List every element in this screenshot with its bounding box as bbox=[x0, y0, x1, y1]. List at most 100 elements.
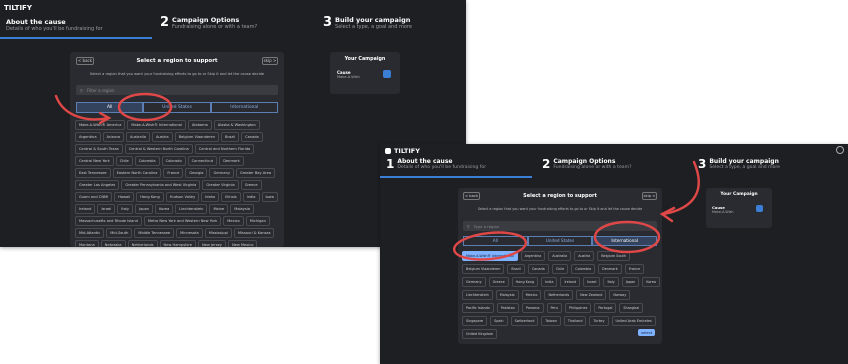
region-chip[interactable]: Eastern North Carolina bbox=[112, 168, 162, 178]
region-chip[interactable]: Maine bbox=[209, 204, 229, 214]
region-chip[interactable]: Metro New York and Western New York bbox=[143, 216, 222, 226]
region-chip[interactable]: Portugal bbox=[594, 303, 617, 313]
region-chip[interactable]: Make-A-Wish® International bbox=[127, 120, 186, 130]
region-chip[interactable]: Belgium South bbox=[597, 251, 631, 261]
region-chip[interactable]: Mid-South bbox=[106, 228, 133, 238]
region-chip[interactable]: Liechtenstein bbox=[462, 290, 493, 300]
region-chip[interactable]: Argentina bbox=[75, 132, 101, 142]
region-chip[interactable]: France bbox=[624, 264, 645, 274]
region-chip[interactable]: Australia bbox=[126, 132, 150, 142]
region-chip[interactable]: Korea bbox=[642, 277, 660, 287]
region-chip[interactable]: United Arab Emirates bbox=[611, 316, 656, 326]
region-chip[interactable]: Colombia bbox=[571, 264, 596, 274]
step-build-campaign[interactable]: 3 Build your campaign Select a type, a g… bbox=[698, 158, 780, 170]
region-chip[interactable]: Make-A-Wish® America bbox=[75, 120, 126, 130]
step-campaign-options[interactable]: 2 Campaign Options Fundraising alone or … bbox=[542, 158, 632, 170]
region-chip[interactable]: Denmark bbox=[598, 264, 622, 274]
region-chip[interactable]: United Kingdom bbox=[462, 329, 498, 339]
region-chip[interactable]: Netherlands bbox=[127, 240, 158, 247]
region-chip[interactable]: Hudson Valley bbox=[165, 192, 200, 202]
region-chip[interactable]: Argentina bbox=[520, 251, 546, 261]
region-chip[interactable]: Greater Virginia bbox=[202, 180, 239, 190]
region-chip[interactable]: Hawaii bbox=[114, 192, 135, 202]
region-chip[interactable]: Canada bbox=[241, 132, 263, 142]
region-chip[interactable]: Thailand bbox=[563, 316, 587, 326]
region-chip[interactable]: Arizona bbox=[102, 132, 125, 142]
tab-all[interactable]: All bbox=[76, 102, 144, 113]
region-chip[interactable]: Georgia bbox=[185, 168, 208, 178]
region-chip[interactable]: New Zealand bbox=[576, 290, 607, 300]
region-chip[interactable]: Central and Northern Florida bbox=[194, 144, 255, 154]
region-chip[interactable]: Australia bbox=[548, 251, 572, 261]
region-chip[interactable]: Belgium Vlaanderen bbox=[174, 132, 220, 142]
region-chip[interactable]: Ireland bbox=[560, 277, 581, 287]
region-chip[interactable]: Guam and CNMI bbox=[75, 192, 113, 202]
region-chip[interactable]: New Mexico bbox=[227, 240, 258, 247]
region-chip[interactable]: Japan bbox=[135, 204, 154, 214]
cause-edit-icon[interactable] bbox=[756, 205, 763, 212]
region-chip[interactable]: Singapore bbox=[462, 316, 488, 326]
cause-edit-icon[interactable] bbox=[383, 70, 391, 78]
region-search-input[interactable]: ⚲ Type a region bbox=[463, 221, 657, 231]
region-chip[interactable]: Ireland bbox=[75, 204, 96, 214]
region-chip[interactable]: Nebraska bbox=[100, 240, 126, 247]
region-chip[interactable]: Chile bbox=[115, 156, 133, 166]
region-chip[interactable]: Belgium Vlaanderen bbox=[462, 264, 505, 274]
region-chip[interactable]: Norway bbox=[609, 290, 631, 300]
region-chip[interactable]: Make-A-Wish® International bbox=[462, 251, 518, 261]
region-chip[interactable]: East Tennessee bbox=[75, 168, 111, 178]
step-about-cause[interactable]: 1 About the cause Details of who you'll … bbox=[386, 158, 486, 170]
region-chip[interactable]: Canada bbox=[527, 264, 549, 274]
tab-united-states[interactable]: United States bbox=[527, 236, 593, 246]
region-chip[interactable]: Japan bbox=[621, 277, 640, 287]
region-chip[interactable]: Germany bbox=[462, 277, 486, 287]
region-chip[interactable]: Malaysia bbox=[495, 290, 519, 300]
region-chip[interactable]: Illinois bbox=[221, 192, 241, 202]
region-chip[interactable]: Spain bbox=[490, 316, 508, 326]
region-chip[interactable]: Germany bbox=[209, 168, 234, 178]
step-campaign-options[interactable]: 2 Campaign Options Fundraising alone or … bbox=[160, 16, 257, 30]
region-chip[interactable]: Minnesota bbox=[176, 228, 203, 238]
region-chip[interactable]: Taiwan bbox=[541, 316, 561, 326]
region-chip[interactable]: Greece bbox=[488, 277, 509, 287]
region-chip[interactable]: Pacific Islands bbox=[462, 303, 494, 313]
region-chip[interactable]: Austria bbox=[574, 251, 595, 261]
region-chip[interactable]: Alabama bbox=[187, 120, 212, 130]
region-chip[interactable]: Brazil bbox=[221, 132, 240, 142]
region-chip[interactable]: Central New York bbox=[75, 156, 114, 166]
region-chip[interactable]: Greater Pennsylvania and West Virginia bbox=[121, 180, 201, 190]
region-chip[interactable]: New Jersey bbox=[197, 240, 226, 247]
tab-international[interactable]: International bbox=[592, 236, 658, 246]
step-build-campaign[interactable]: 3 Build your campaign Select a type, a g… bbox=[323, 16, 412, 30]
region-chip[interactable]: Pakistan bbox=[496, 303, 519, 313]
region-chip[interactable]: Missouri & Kansas bbox=[233, 228, 275, 238]
region-chip[interactable]: Shanghai bbox=[619, 303, 644, 313]
region-chip[interactable]: Brazil bbox=[507, 264, 525, 274]
step-about-cause[interactable]: About the cause Details of who you'll be… bbox=[6, 18, 103, 32]
region-chip[interactable]: Panama bbox=[521, 303, 544, 313]
region-chip[interactable]: Idaho bbox=[201, 192, 220, 202]
region-chip[interactable]: Mid-Atlantic bbox=[75, 228, 105, 238]
region-chip[interactable]: Colorado bbox=[161, 156, 186, 166]
region-chip[interactable]: Mexico bbox=[521, 290, 542, 300]
region-chip[interactable]: Hong Kong bbox=[511, 277, 539, 287]
region-chip[interactable]: Massachusetts and Rhode Island bbox=[75, 216, 142, 226]
region-chip[interactable]: India bbox=[242, 192, 260, 202]
region-chip[interactable]: Middle Tennessee bbox=[134, 228, 175, 238]
region-chip[interactable]: Turkey bbox=[589, 316, 609, 326]
region-chip[interactable]: New Hampshire bbox=[159, 240, 196, 247]
region-chip[interactable]: Michigan bbox=[245, 216, 270, 226]
region-chip[interactable]: Netherlands bbox=[544, 290, 574, 300]
region-chip[interactable]: Israel bbox=[583, 277, 601, 287]
region-chip[interactable]: France bbox=[163, 168, 184, 178]
region-chip[interactable]: Malaysia bbox=[230, 204, 254, 214]
region-chip[interactable]: Liechtenstein bbox=[175, 204, 208, 214]
region-chip[interactable]: Italy bbox=[117, 204, 134, 214]
region-chip[interactable]: India bbox=[541, 277, 558, 287]
region-chip[interactable]: Philippines bbox=[565, 303, 592, 313]
region-chip[interactable]: Chile bbox=[551, 264, 569, 274]
region-chip[interactable]: Israel bbox=[97, 204, 116, 214]
select-button[interactable]: select bbox=[638, 329, 656, 336]
region-chip[interactable]: Colombia bbox=[134, 156, 160, 166]
tab-all[interactable]: All bbox=[463, 236, 528, 246]
